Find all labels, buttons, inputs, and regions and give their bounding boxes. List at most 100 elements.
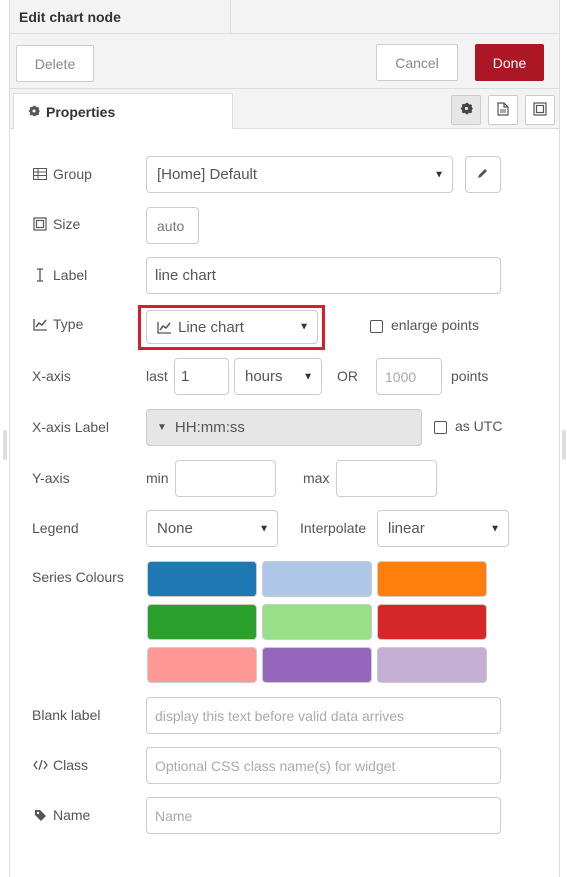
- class-label-text: Class: [53, 757, 89, 773]
- group-select[interactable]: [Home] Default ▼: [146, 156, 453, 193]
- tab-properties[interactable]: Properties: [13, 93, 233, 130]
- xaxis-format-input[interactable]: ▼ HH:mm:ss: [146, 409, 422, 446]
- properties-form: Group [Home] Default ▼ Size auto Label l…: [10, 129, 559, 877]
- label-label: Label: [32, 267, 87, 283]
- as-utc-label: as UTC: [455, 418, 503, 434]
- series-colour-swatch-3[interactable]: [377, 561, 487, 597]
- series-colour-swatch-4[interactable]: [147, 604, 257, 640]
- gear-icon: [460, 102, 473, 118]
- series-colour-swatch-7[interactable]: [147, 647, 257, 683]
- chevron-down-icon: ▼: [434, 169, 444, 180]
- chevron-down-icon: ▼: [299, 321, 309, 333]
- label-label-text: Label: [53, 267, 88, 283]
- cancel-button[interactable]: Cancel: [376, 44, 458, 81]
- xaxis-or-label: OR: [337, 368, 358, 384]
- chevron-down-icon: ▼: [490, 523, 500, 534]
- tab-properties-label: Properties: [46, 103, 116, 120]
- code-icon: [32, 759, 48, 771]
- row-group: Group [Home] Default ▼: [10, 156, 559, 193]
- as-utc-checkbox[interactable]: [434, 420, 447, 434]
- blank-label-input[interactable]: display this text before valid data arri…: [146, 697, 501, 734]
- interpolate-select[interactable]: linear ▼: [377, 510, 509, 547]
- interpolate-select-value: linear: [388, 520, 425, 537]
- tray-header: Edit chart node: [10, 0, 559, 34]
- xaxis-label-label: X-axis Label: [32, 419, 110, 435]
- series-colours-label: Series Colours: [32, 569, 124, 585]
- label-input[interactable]: line chart: [146, 257, 501, 294]
- row-class: Class Optional CSS class name(s) for wid…: [10, 747, 559, 784]
- group-label: Group: [32, 166, 92, 182]
- done-button[interactable]: Done: [475, 44, 544, 81]
- yaxis-label: Y-axis: [32, 470, 70, 486]
- enlarge-points-checkbox[interactable]: [370, 319, 383, 333]
- group-label-text: Group: [53, 166, 92, 182]
- series-colour-swatch-1[interactable]: [147, 561, 257, 597]
- line-chart-icon: [157, 321, 172, 334]
- row-name: Name Name: [10, 797, 559, 834]
- series-colour-swatch-6[interactable]: [377, 604, 487, 640]
- delete-button[interactable]: Delete: [16, 45, 94, 82]
- type-select[interactable]: Line chart ▼: [146, 310, 318, 344]
- name-label: Name: [32, 807, 90, 823]
- series-colour-swatch-5[interactable]: [262, 604, 372, 640]
- row-xaxis-label: X-axis Label ▼ HH:mm:ss as UTC: [10, 409, 559, 446]
- xaxis-unit-select[interactable]: hours ▼: [234, 358, 322, 395]
- xaxis-last-input[interactable]: 1: [174, 358, 229, 395]
- frame-icon: [32, 217, 48, 231]
- text-cursor-icon: [32, 268, 48, 282]
- xaxis-last-label: last: [146, 368, 168, 384]
- xaxis-points-input[interactable]: 1000: [376, 358, 442, 395]
- edit-group-button[interactable]: [465, 156, 501, 193]
- legend-select-value: None: [157, 520, 193, 537]
- series-colour-swatch-9[interactable]: [377, 647, 487, 683]
- description-tab-button[interactable]: [488, 95, 518, 125]
- name-input[interactable]: Name: [146, 797, 501, 834]
- appearance-tab-button[interactable]: [525, 95, 555, 125]
- table-icon: [32, 168, 48, 180]
- left-resize-handle[interactable]: [3, 430, 7, 460]
- type-label: Type: [32, 316, 83, 332]
- yaxis-max-input[interactable]: [336, 460, 437, 497]
- line-chart-icon: [32, 318, 48, 331]
- enlarge-points-label: enlarge points: [391, 317, 479, 333]
- class-input[interactable]: Optional CSS class name(s) for widget: [146, 747, 501, 784]
- row-blank-label: Blank label display this text before val…: [10, 697, 559, 734]
- gear-icon: [28, 104, 40, 120]
- caret-down-icon: ▼: [157, 422, 167, 433]
- tray-title: Edit chart node: [19, 9, 121, 25]
- name-label-text: Name: [53, 807, 91, 823]
- row-series-colours: Series Colours: [10, 561, 559, 686]
- size-label-text: Size: [53, 216, 81, 232]
- tray-toolbar: Delete Cancel Done: [10, 34, 559, 89]
- series-colour-swatch-8[interactable]: [262, 647, 372, 683]
- xaxis-format-value: HH:mm:ss: [174, 419, 245, 436]
- as-utc-option[interactable]: as UTC: [434, 418, 502, 434]
- pencil-icon: [477, 166, 489, 183]
- settings-tab-button[interactable]: [451, 95, 481, 125]
- right-resize-handle[interactable]: [562, 430, 566, 460]
- yaxis-min-input[interactable]: [175, 460, 276, 497]
- xaxis-unit-value: hours: [245, 368, 283, 385]
- legend-select[interactable]: None ▼: [146, 510, 278, 547]
- xaxis-label: X-axis: [32, 368, 71, 384]
- xaxis-points-label: points: [451, 368, 489, 384]
- row-type: Type Line chart ▼ enlarge points: [10, 305, 559, 350]
- size-button[interactable]: auto: [146, 207, 199, 244]
- group-select-value: [Home] Default: [157, 166, 258, 183]
- yaxis-max-label: max: [303, 470, 330, 486]
- row-yaxis: Y-axis min max: [10, 460, 559, 497]
- enlarge-points-option[interactable]: enlarge points: [370, 317, 479, 333]
- chevron-down-icon: ▼: [259, 523, 269, 534]
- series-colour-swatch-2[interactable]: [262, 561, 372, 597]
- edit-tray: Edit chart node Delete Cancel Done Prope…: [9, 0, 560, 877]
- size-label: Size: [32, 216, 80, 232]
- type-select-value: Line chart: [178, 318, 244, 336]
- type-label-text: Type: [53, 316, 84, 332]
- tabs-bar: Properties: [10, 89, 559, 130]
- row-size: Size auto: [10, 207, 559, 244]
- row-label: Label line chart: [10, 257, 559, 294]
- yaxis-min-label: min: [146, 470, 169, 486]
- frame-icon: [533, 101, 547, 119]
- blank-label-label: Blank label: [32, 707, 101, 723]
- class-label: Class: [32, 757, 88, 773]
